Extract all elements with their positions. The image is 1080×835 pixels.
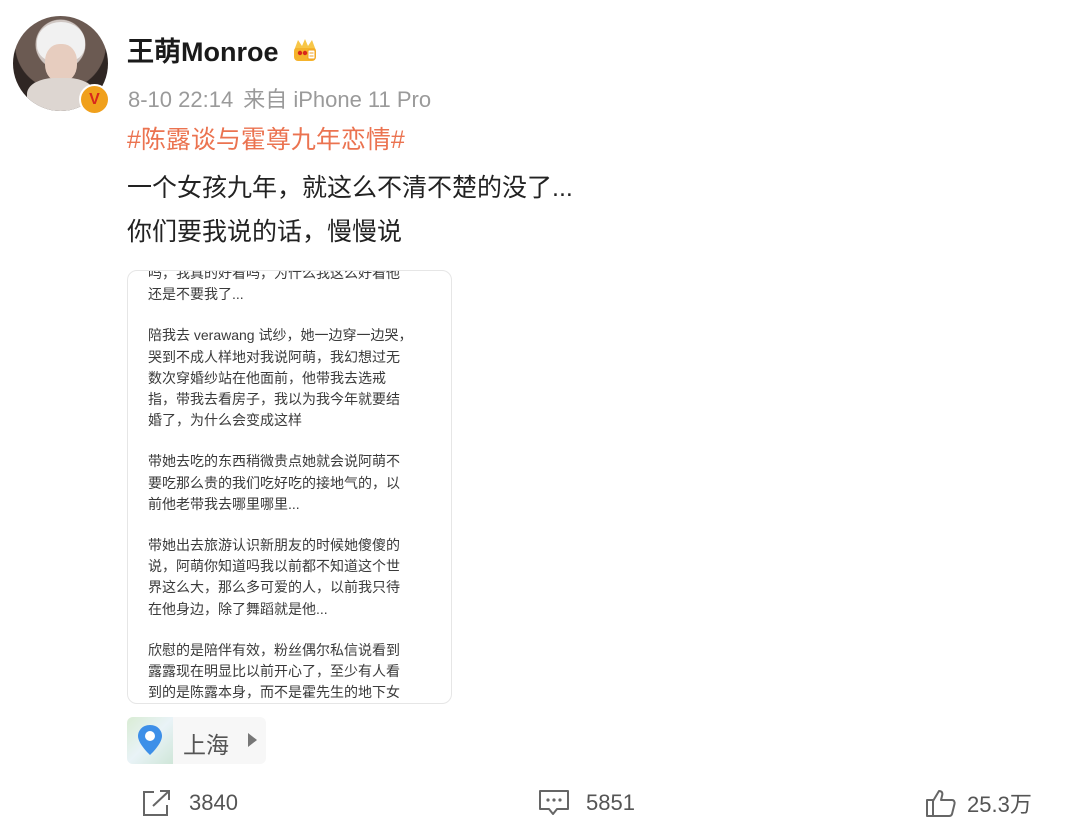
verified-v-icon: V: [79, 84, 110, 115]
image-text-line: 在他身边，除了舞蹈就是他...: [148, 600, 328, 617]
post-source: 来自 iPhone 11 Pro: [243, 87, 432, 112]
image-text-line: 哭到不成人样地对我说阿萌，我幻想过无: [148, 348, 400, 365]
image-paragraph: 带她去吃的东西稍微贵点她就会说阿萌不 要吃那么贵的我们吃好吃的接地气的，以 前他…: [148, 451, 441, 515]
image-text-line: 带她去吃的东西稍微贵点她就会说阿萌不: [148, 453, 400, 470]
post-time[interactable]: 8-10 22:14: [128, 87, 233, 112]
repost-count: 3840: [189, 790, 238, 815]
comment-count: 5851: [586, 790, 635, 815]
image-text-line: 指，带我去看房子，我以为我今年就要结: [148, 391, 400, 408]
comment-icon: [539, 790, 569, 815]
like-count: 25.3万: [967, 792, 1032, 817]
location-tag[interactable]: 上海: [127, 717, 266, 764]
location-pin-icon: [138, 725, 162, 755]
image-text: 吗，我真的好看吗，为什么我这么好看他 还是不要我了... 陪我去 verawan…: [148, 270, 441, 703]
like-button[interactable]: 25.3万: [925, 788, 1032, 818]
username[interactable]: 王萌Monroe: [127, 30, 279, 69]
image-text-line: 到的是陈露本身，而不是霍先生的地下女: [148, 684, 400, 701]
avatar-face: [45, 44, 77, 82]
repost-icon: [143, 790, 170, 816]
chevron-right-icon: [248, 733, 257, 747]
location-label: 上海: [183, 732, 229, 758]
post-text-line: 你们要我说的话，慢慢说: [127, 218, 403, 246]
image-text-line: 婚了，为什么会变成这样: [148, 412, 302, 429]
location-map-thumb: [127, 717, 173, 764]
image-text-line: 吗，我真的好看吗，为什么我这么好看他: [148, 270, 400, 281]
like-icon: [926, 790, 956, 817]
image-paragraph: 吗，我真的好看吗，为什么我这么好看他 还是不要我了...: [148, 270, 441, 305]
repost-button[interactable]: 3840: [141, 788, 238, 818]
image-text-line: 带她出去旅游认识新朋友的时候她傻傻的: [148, 537, 400, 554]
image-text-line: 欣慰的是陪伴有效，粉丝偶尔私信说看到: [148, 641, 400, 658]
crown-icon: [294, 39, 316, 61]
image-text-line: 说，阿萌你知道吗我以前都不知道这个世: [148, 558, 400, 575]
image-text-line: 陪我去 verawang 试纱，她一边穿一边哭，: [148, 327, 413, 344]
image-text-line: 前他老带我去哪里哪里...: [148, 495, 300, 512]
image-text-line: 要吃那么贵的我们吃好吃的接地气的，以: [148, 474, 400, 491]
image-text-line: 界这么大，那么多可爱的人，以前我只待: [148, 579, 400, 596]
hashtag-link[interactable]: #陈露谈与霍尊九年恋情#: [127, 120, 405, 156]
image-text-line: 数次穿婚纱站在他面前，他带我去选戒: [148, 369, 386, 386]
post-text-line: 一个女孩九年，就这么不清不楚的没了...: [127, 174, 573, 202]
post-image[interactable]: 吗，我真的好看吗，为什么我这么好看他 还是不要我了... 陪我去 verawan…: [127, 270, 452, 704]
comment-button[interactable]: 5851: [538, 788, 635, 818]
image-paragraph: 欣慰的是陪伴有效，粉丝偶尔私信说看到 露露现在明显比以前开心了，至少有人看 到的…: [148, 640, 441, 703]
image-paragraph: 带她出去旅游认识新朋友的时候她傻傻的 说，阿萌你知道吗我以前都不知道这个世 界这…: [148, 535, 441, 620]
image-paragraph: 陪我去 verawang 试纱，她一边穿一边哭， 哭到不成人样地对我说阿萌，我幻…: [148, 325, 441, 431]
image-text-line: 露露现在明显比以前开心了，至少有人看: [148, 663, 400, 680]
image-text-line: 还是不要我了...: [148, 286, 244, 303]
post-meta: 8-10 22:14 来自 iPhone 11 Pro: [128, 82, 441, 114]
